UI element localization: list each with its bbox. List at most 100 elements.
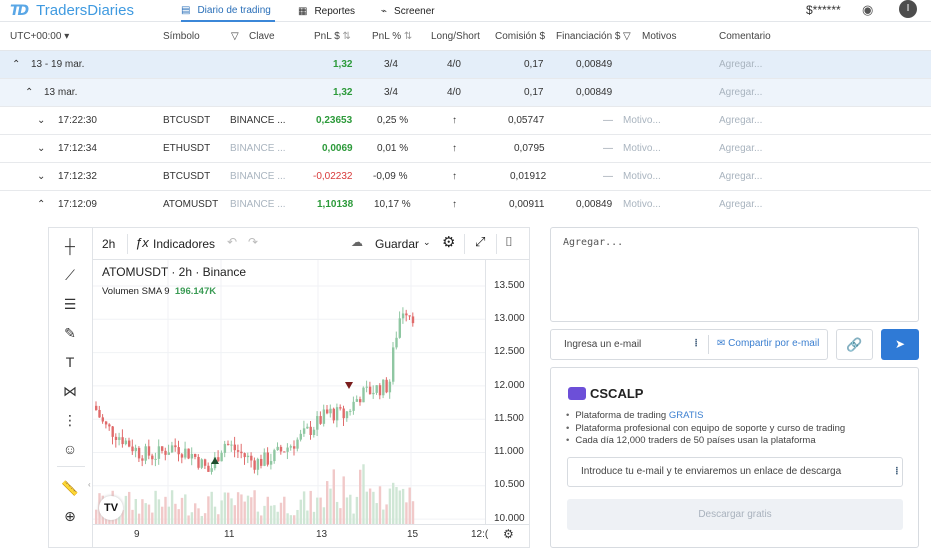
volume-bar (398, 490, 401, 524)
header-commission[interactable]: Comisión $ (495, 31, 545, 42)
time-tick: 11 (224, 529, 235, 540)
chevron-down-icon[interactable]: ⌄ (37, 143, 45, 154)
row-reason[interactable]: Motivo... (623, 171, 661, 182)
email-input[interactable]: Ingresa un e-mail (564, 339, 641, 350)
row-symbol: ETHUSDT (163, 143, 211, 154)
gear-icon[interactable]: ⚙ (442, 233, 455, 251)
header-funding[interactable]: Financiación $ (556, 31, 620, 42)
copy-link-button[interactable]: 🔗 (836, 329, 873, 360)
volume-bar (335, 501, 339, 524)
volume-bar (194, 503, 197, 524)
comment-textarea[interactable]: Agregar... (550, 227, 919, 322)
fullscreen-icon[interactable]: ⤢ (475, 234, 485, 250)
table-row[interactable]: ⌃ 13 mar. 1,32 3/4 4/0 0,17 0,00849 Agre… (0, 79, 931, 107)
text-tool-icon[interactable]: T (60, 352, 80, 372)
indicators-button[interactable]: Indicadores (153, 237, 215, 251)
row-reason[interactable]: Motivo... (623, 143, 661, 154)
candle-body (276, 446, 279, 451)
pattern-icon[interactable]: ⋈ (60, 381, 80, 401)
filter-icon[interactable]: ▽ (623, 31, 631, 42)
candle-body (372, 392, 375, 395)
timezone-select[interactable]: UTC+00:00 ▾ (10, 31, 69, 42)
trend-line-icon[interactable]: ⟋ (60, 265, 80, 285)
row-reason[interactable]: Motivo... (623, 199, 661, 210)
row-comment[interactable]: Agregar... (719, 87, 762, 98)
time-axis[interactable]: 9 11 13 15 12:( ⚙ (93, 524, 529, 547)
logo-mark: TD (10, 2, 29, 19)
save-button[interactable]: Guardar (375, 237, 419, 251)
fib-lines-icon[interactable]: ☰ (60, 294, 80, 314)
chevron-down-icon[interactable]: ⌄ (423, 237, 431, 248)
candle-body (299, 433, 302, 440)
row-comment[interactable]: Agregar... (719, 199, 762, 210)
nav-tab-reports[interactable]: ▦ Reportes (298, 0, 355, 22)
header-key[interactable]: Clave (249, 31, 275, 42)
camera-icon[interactable]: ⌷ (505, 234, 513, 250)
row-comment[interactable]: Agregar... (719, 59, 762, 70)
volume-bar (309, 490, 312, 524)
header-pnl-pct[interactable]: PnL % ⇅ (372, 31, 412, 42)
chart-canvas[interactable]: ATOMUSDT · 2h · Binance Volumen SMA 9 19… (88, 260, 485, 524)
volume-bar (411, 501, 415, 524)
volume-bar (276, 511, 279, 524)
chevron-up-icon[interactable]: ⌃ (25, 87, 33, 98)
header-reasons[interactable]: Motivos (642, 31, 676, 42)
candlestick-series[interactable] (93, 260, 485, 524)
chevron-up-icon[interactable]: ⌃ (12, 59, 20, 70)
table-row[interactable]: ⌄ 17:12:32 BTCUSDT BINANCE ... -0,02232 … (0, 163, 931, 191)
ruler-icon[interactable]: 📏 (60, 478, 80, 498)
filter-icon[interactable]: ▽ (231, 31, 239, 42)
candle-body (98, 409, 101, 418)
table-row[interactable]: ⌃ 13 - 19 mar. 1,32 3/4 4/0 0,17 0,00849… (0, 51, 931, 79)
indicators-icon[interactable]: ƒx (135, 235, 149, 250)
logo[interactable]: TD TradersDiaries (10, 2, 134, 19)
price-axis[interactable]: 13.500 13.000 12.500 12.000 11.500 11.00… (485, 260, 529, 524)
redo-icon[interactable]: ↷ (248, 235, 258, 249)
prediction-icon[interactable]: ⋮ (60, 410, 80, 430)
volume-bar (395, 487, 398, 524)
row-comment[interactable]: Agregar... (719, 143, 762, 154)
tradingview-logo[interactable]: TV (99, 496, 123, 520)
header-long-short[interactable]: Long/Short (431, 31, 480, 42)
row-reason[interactable]: Motivo... (623, 115, 661, 126)
table-row[interactable]: ⌄ 17:12:34 ETHUSDT BINANCE ... 0,0069 0,… (0, 135, 931, 163)
table-row-expanded[interactable]: ⌃ 17:12:09 ATOMUSDT BINANCE ... 1,10138 … (0, 191, 931, 219)
table-header: UTC+00:00 ▾ Símbolo ▽ Clave PnL $ ⇅ PnL … (0, 22, 931, 51)
undo-icon[interactable]: ↶ (227, 235, 237, 249)
row-symbol: BTCUSDT (163, 171, 211, 182)
collapse-toolbar-icon[interactable]: ‹ (88, 480, 91, 489)
eye-icon[interactable]: ◉ (862, 2, 873, 18)
cloud-icon: ☁ (351, 235, 363, 249)
row-comment[interactable]: Agregar... (719, 171, 762, 182)
candle-body (200, 459, 203, 468)
download-button[interactable]: Descargar gratis (567, 499, 903, 530)
header-symbol[interactable]: Símbolo (163, 31, 200, 42)
gear-icon[interactable]: ⚙ (503, 527, 514, 541)
volume-bar (339, 508, 342, 524)
volume-bar (365, 491, 368, 524)
crosshair-icon[interactable]: ┼ (60, 236, 80, 256)
volume-bar (299, 499, 302, 524)
table-row[interactable]: ⌄ 17:22:30 BTCUSDT BINANCE ... 0,23653 0… (0, 107, 931, 135)
nav-tab-journal[interactable]: ▤ Diario de trading (181, 0, 275, 22)
row-comment[interactable]: Agregar... (719, 115, 762, 126)
brush-icon[interactable]: ✎ (60, 323, 80, 343)
volume-bar (200, 515, 203, 524)
avatar[interactable]: I (899, 0, 917, 18)
promo-email-input[interactable]: Introduce tu e-mail y te enviaremos un e… (567, 457, 903, 487)
candle-body (269, 461, 273, 465)
share-email-button[interactable]: ✉ Compartir por e-mail (717, 338, 819, 349)
row-date: 13 mar. (44, 87, 78, 98)
free-link[interactable]: GRATIS (669, 410, 704, 421)
emoji-icon[interactable]: ☺ (60, 439, 80, 459)
interval-button[interactable]: 2h (102, 237, 115, 251)
send-button[interactable]: ➤ (881, 329, 919, 360)
chevron-down-icon[interactable]: ⌄ (37, 115, 45, 126)
chevron-up-icon[interactable]: ⌃ (37, 199, 45, 210)
candle-body (187, 448, 190, 459)
chevron-down-icon[interactable]: ⌄ (37, 171, 45, 182)
zoom-icon[interactable]: ⊕ (60, 506, 80, 526)
nav-tab-screener[interactable]: ⌁ Screener (381, 0, 435, 22)
header-pnl-usd[interactable]: PnL $ ⇅ (314, 31, 351, 42)
volume-bar (345, 497, 349, 524)
